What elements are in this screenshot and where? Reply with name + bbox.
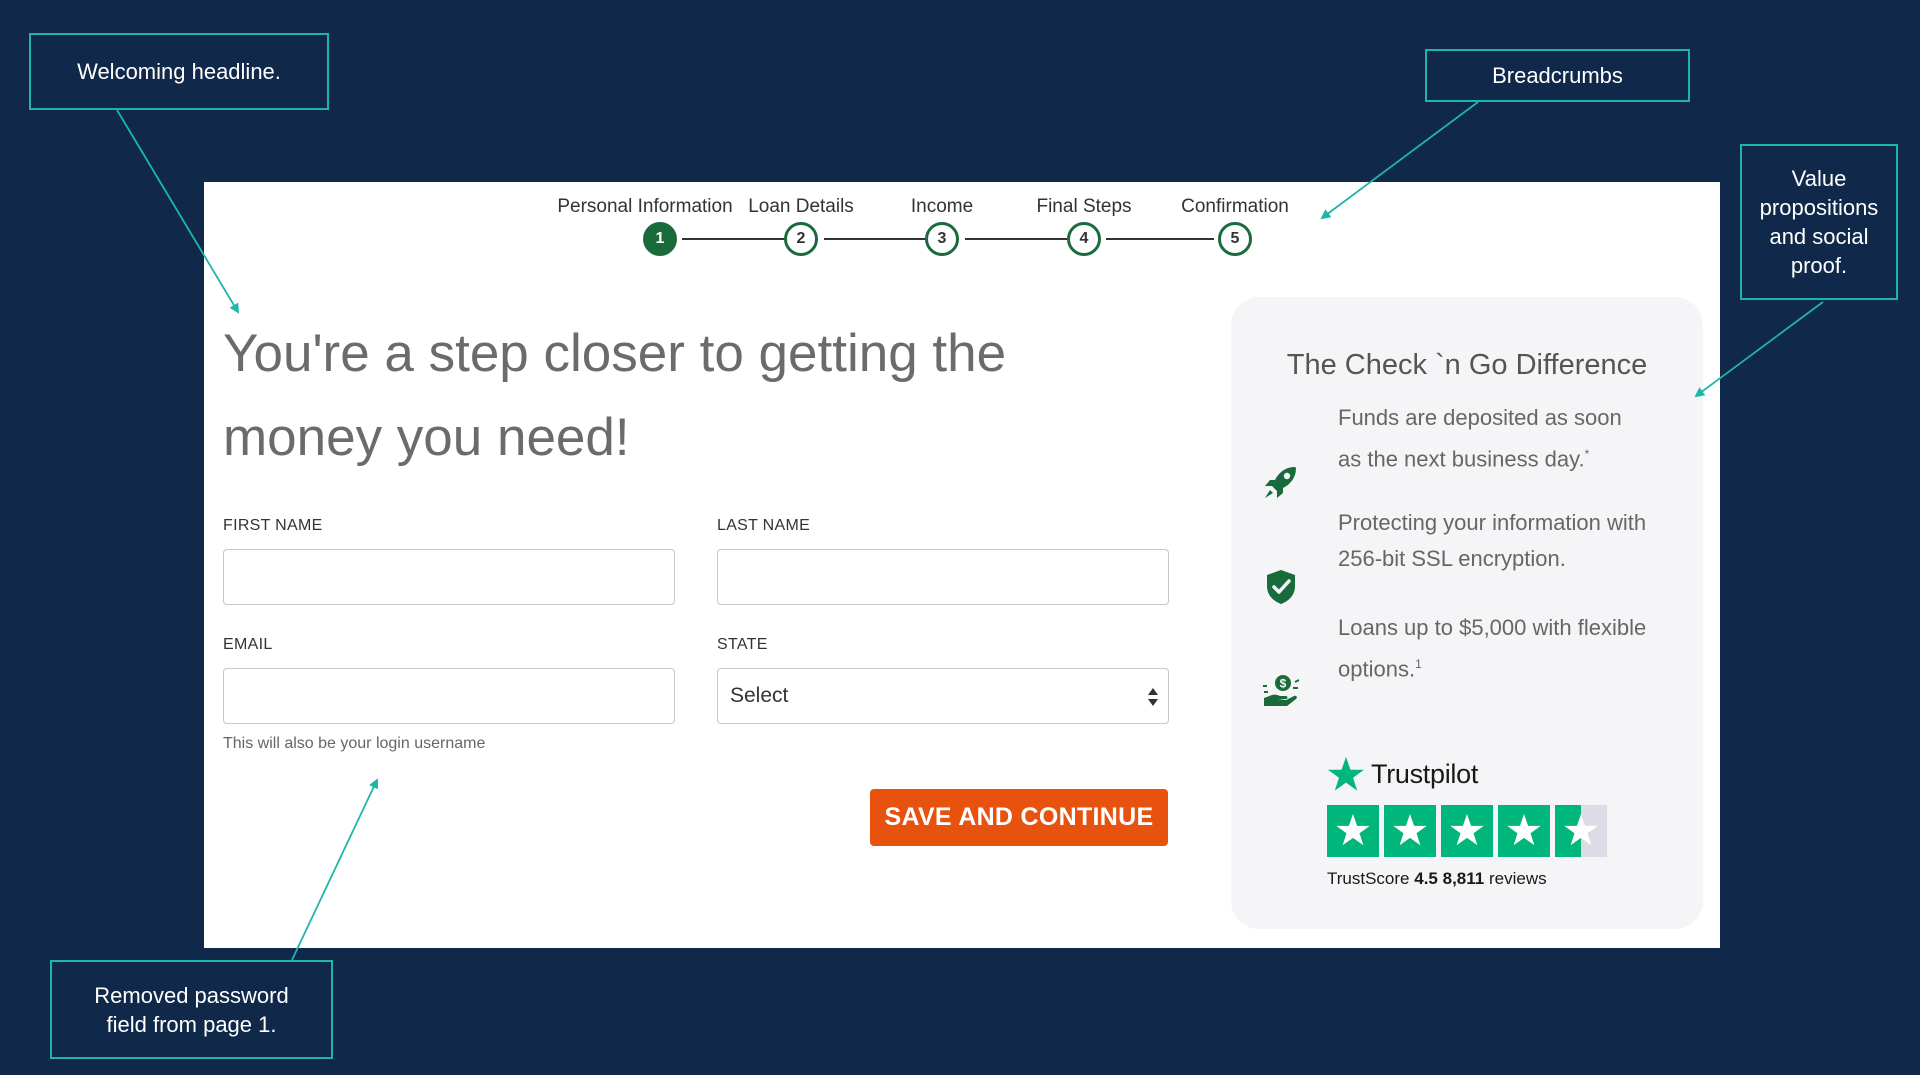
arrow-to-email-hint [291, 778, 379, 961]
arrow-to-headline [116, 109, 240, 314]
arrow-to-breadcrumbs [1320, 101, 1479, 220]
annotation-arrows [116, 101, 1824, 961]
arrow-to-value-card [1694, 301, 1824, 398]
